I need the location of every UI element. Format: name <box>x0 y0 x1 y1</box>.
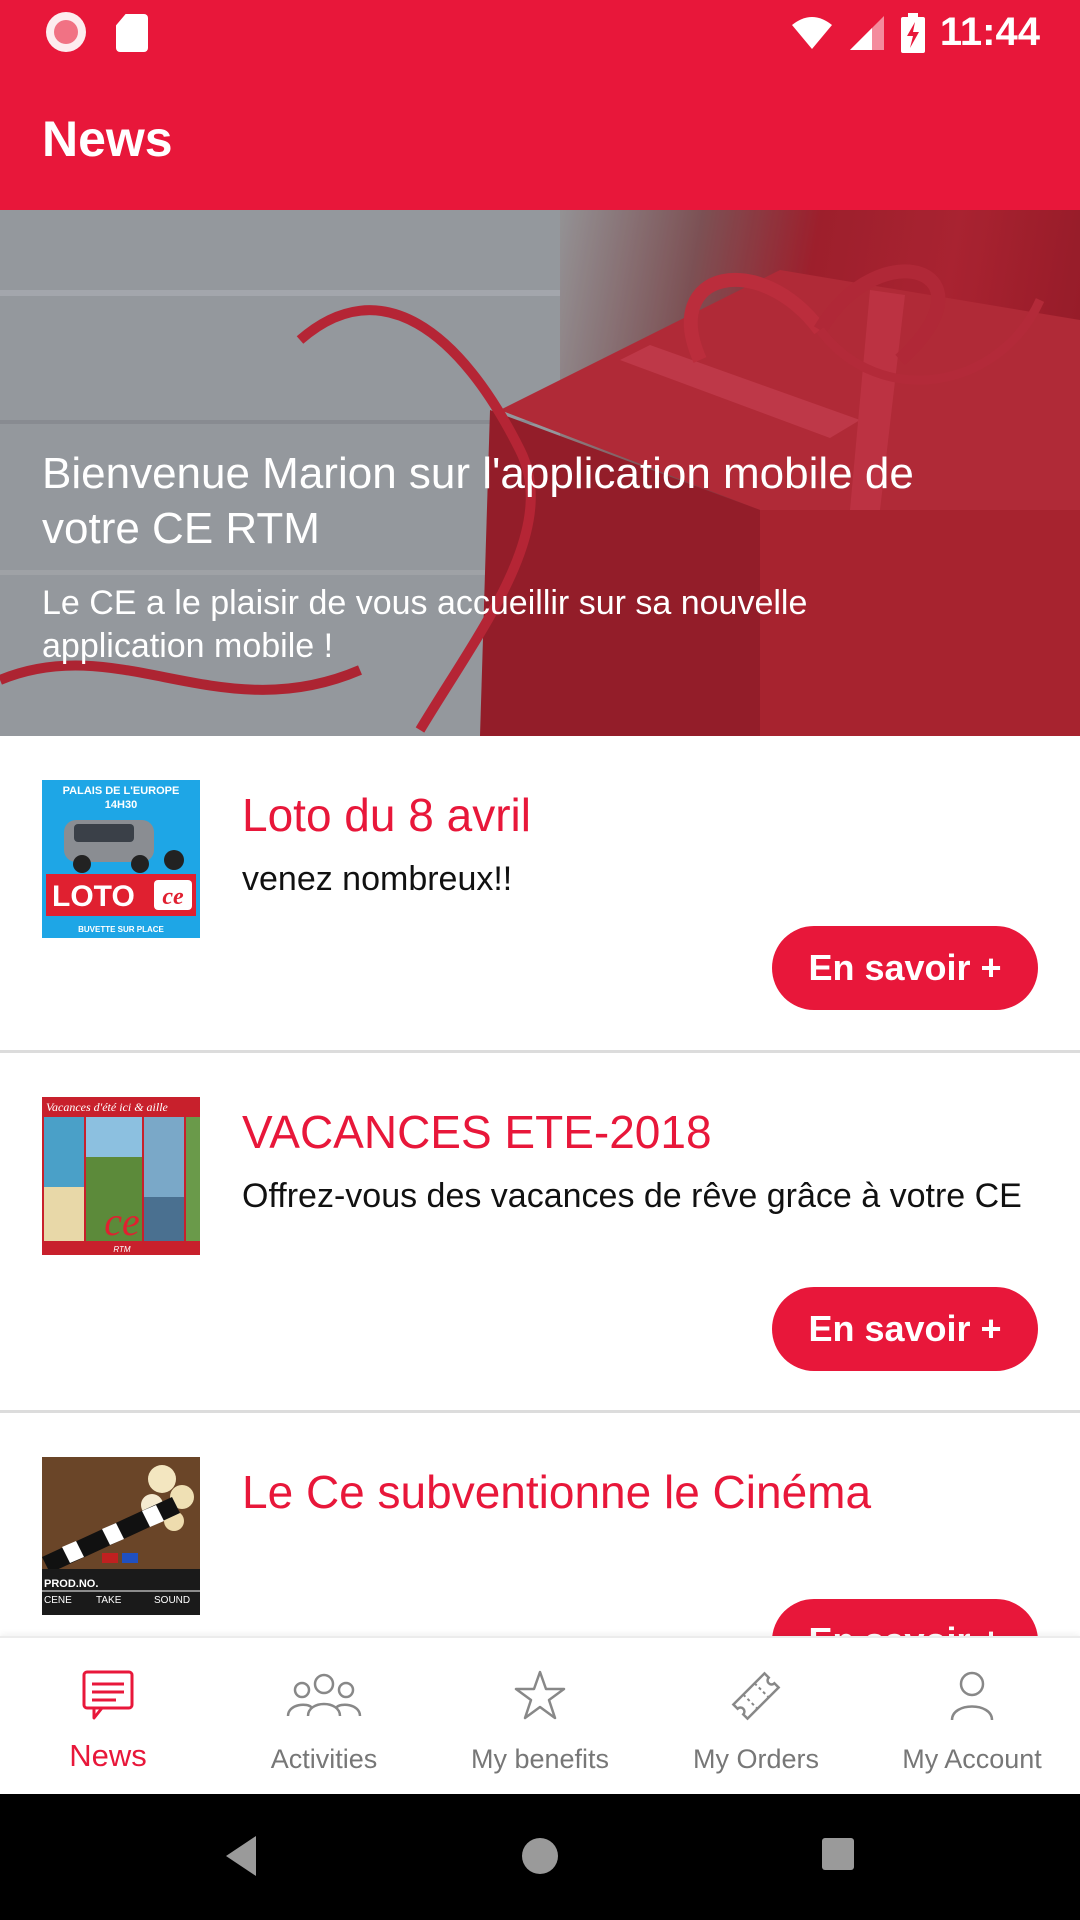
news-item-loto[interactable]: PALAIS DE L'EUROPE 14H30 LOTO ce BUVETTE… <box>0 736 1080 1053</box>
news-item-description: venez nombreux!! <box>242 860 513 898</box>
more-info-button[interactable]: En savoir + <box>772 1287 1038 1371</box>
svg-text:PALAIS DE L'EUROPE: PALAIS DE L'EUROPE <box>63 785 180 797</box>
svg-text:BUVETTE SUR PLACE: BUVETTE SUR PLACE <box>78 925 164 934</box>
nav-item-orders[interactable]: My Orders <box>648 1638 864 1796</box>
news-item-cinema[interactable]: PROD.NO. CENE TAKE SOUND Le Ce subventio… <box>0 1413 1080 1636</box>
svg-text:14H30: 14H30 <box>105 799 137 811</box>
nav-label: Activities <box>270 1744 378 1774</box>
svg-text:LOTO: LOTO <box>52 880 135 913</box>
svg-text:CENE: CENE <box>44 1595 72 1606</box>
wifi-icon <box>791 16 832 49</box>
news-thumbnail-loto: PALAIS DE L'EUROPE 14H30 LOTO ce BUVETTE… <box>42 780 200 938</box>
svg-text:Vacances d'été ici & aille: Vacances d'été ici & aille <box>46 1100 169 1114</box>
nav-label: My benefits <box>470 1744 610 1774</box>
page-title: News <box>42 111 173 167</box>
news-thumbnail-vacances: Vacances d'été ici & aille ce RTM <box>42 1097 200 1255</box>
nav-label: My Account <box>902 1744 1042 1774</box>
nav-item-activities[interactable]: Activities <box>216 1638 432 1796</box>
notification-app-icon <box>46 12 86 52</box>
status-time: 11:44 <box>939 10 1040 54</box>
home-icon[interactable] <box>522 1838 558 1874</box>
news-item-title: Loto du 8 avril <box>242 789 531 841</box>
news-item-title: Le Ce subventionne le Cinéma <box>242 1466 872 1518</box>
recent-apps-icon[interactable] <box>822 1838 854 1870</box>
nav-item-account[interactable]: My Account <box>864 1638 1080 1796</box>
more-info-button[interactable]: En savoir + <box>772 1599 1038 1636</box>
star-icon <box>514 1670 566 1720</box>
sd-card-icon <box>116 14 148 52</box>
more-info-button[interactable]: En savoir + <box>772 926 1038 1010</box>
nav-item-news[interactable]: News <box>0 1638 216 1796</box>
svg-text:RTM: RTM <box>113 1245 131 1254</box>
news-icon <box>82 1670 134 1720</box>
svg-text:TAKE: TAKE <box>96 1595 122 1606</box>
people-icon <box>286 1673 362 1717</box>
hero-subtitle: Le CE a le plaisir de vous accueillir su… <box>42 584 808 665</box>
svg-text:ce: ce <box>162 884 184 910</box>
news-item-vacances[interactable]: Vacances d'été ici & aille ce RTM VACANC… <box>0 1053 1080 1413</box>
hero-title: Bienvenue Marion sur l'application mobil… <box>42 449 914 553</box>
nav-label: My Orders <box>692 1744 819 1774</box>
news-item-description: Offrez-vous des vacances de rêve grâce à… <box>242 1177 1022 1215</box>
back-icon[interactable] <box>226 1836 256 1876</box>
user-icon <box>950 1671 994 1721</box>
svg-text:ce: ce <box>104 1199 140 1244</box>
nav-label: News <box>69 1738 147 1773</box>
ticket-icon <box>731 1671 781 1721</box>
svg-text:PROD.NO.: PROD.NO. <box>44 1578 98 1590</box>
app-bar: News <box>0 66 1080 210</box>
svg-text:SOUND: SOUND <box>154 1595 190 1606</box>
bottom-navigation: News Activities My benefits My Orders My… <box>0 1636 1080 1794</box>
signal-icon <box>849 15 884 50</box>
news-list[interactable]: PALAIS DE L'EUROPE 14H30 LOTO ce BUVETTE… <box>0 736 1080 1636</box>
system-navigation-bar <box>0 1794 1080 1920</box>
battery-charging-icon <box>900 12 925 53</box>
news-item-title: VACANCES ETE-2018 <box>242 1106 712 1158</box>
hero-banner[interactable]: Bienvenue Marion sur l'application mobil… <box>0 210 1080 736</box>
status-bar: 11:44 <box>0 0 1080 66</box>
nav-item-benefits[interactable]: My benefits <box>432 1638 648 1796</box>
news-thumbnail-cinema: PROD.NO. CENE TAKE SOUND <box>42 1457 200 1615</box>
